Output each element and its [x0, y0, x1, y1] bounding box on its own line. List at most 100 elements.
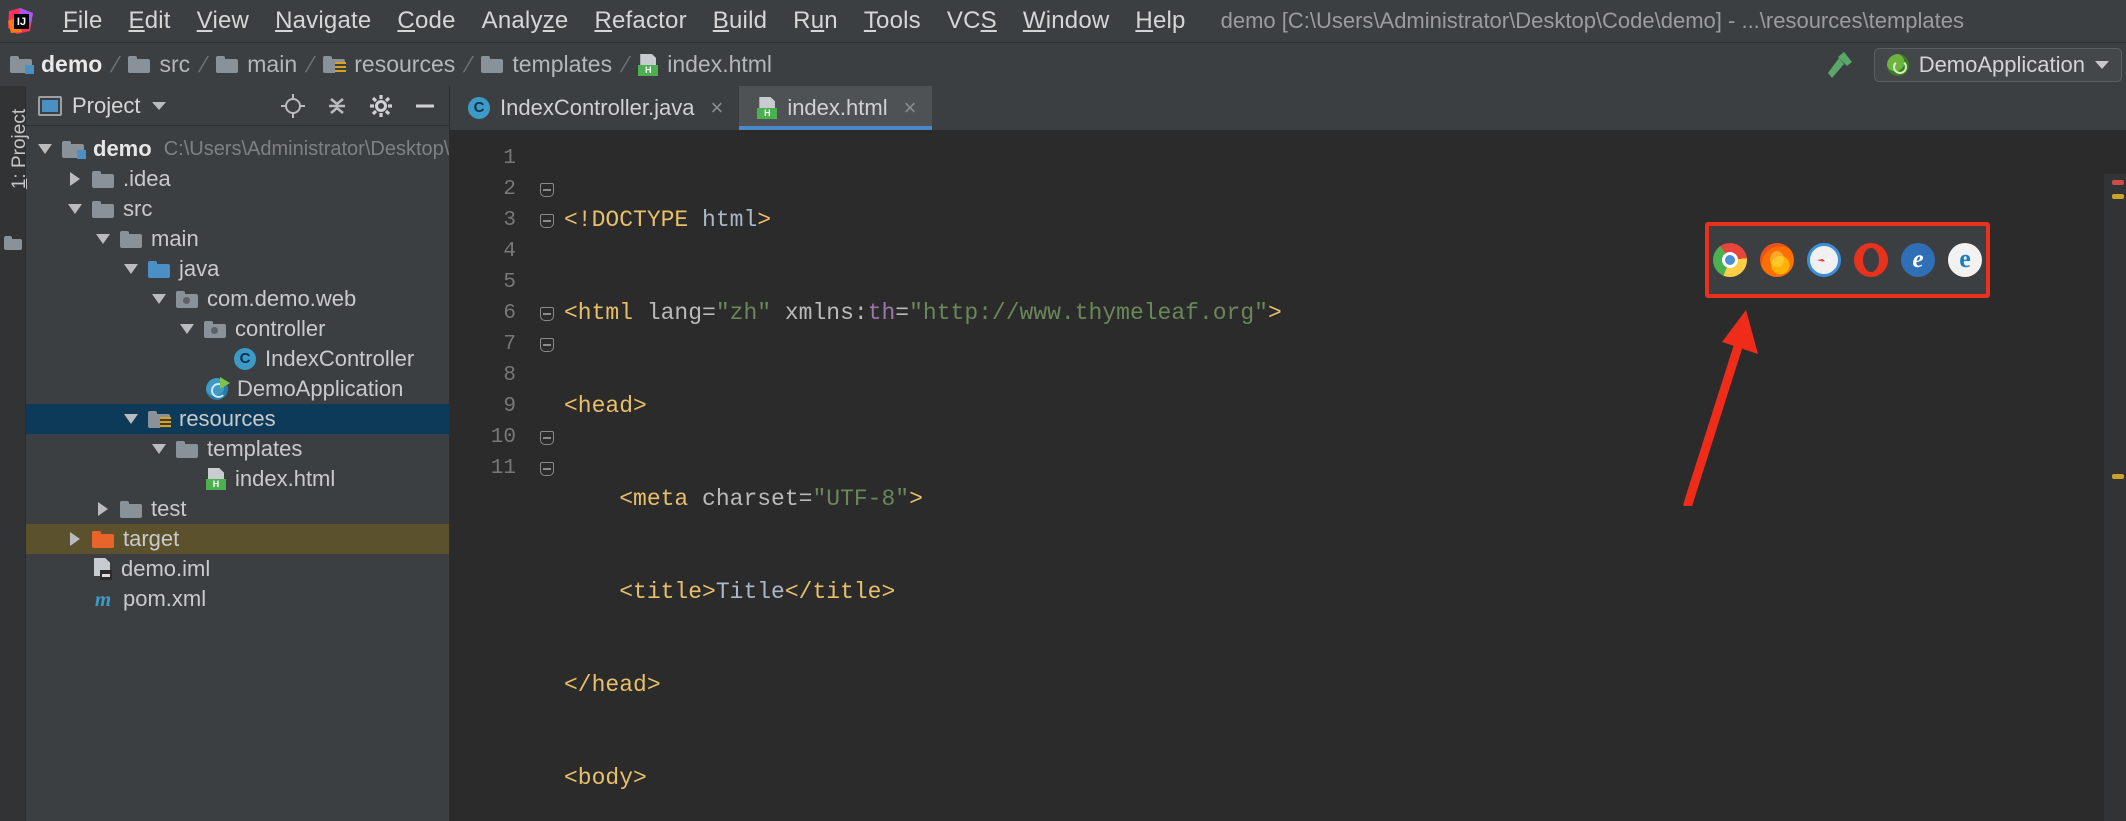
java-class-icon: C: [468, 97, 490, 119]
warning-marker[interactable]: [2112, 194, 2124, 199]
line-number: 2: [503, 178, 516, 201]
close-icon[interactable]: ×: [710, 95, 723, 121]
tree-row-demo-application[interactable]: DemoApplication: [26, 374, 449, 404]
breadcrumb-main[interactable]: main: [216, 51, 297, 78]
menu-code[interactable]: Code: [384, 7, 468, 35]
menu-help[interactable]: Help: [1122, 7, 1198, 35]
tree-item-label: java: [179, 256, 220, 281]
expand-toggle-icon[interactable]: [176, 324, 198, 334]
expand-toggle-icon[interactable]: [34, 144, 56, 154]
tree-row-main[interactable]: main: [26, 224, 449, 254]
iml-file-icon: [92, 558, 112, 580]
expand-toggle-icon[interactable]: [148, 294, 170, 304]
close-icon[interactable]: ×: [904, 95, 917, 121]
menu-vcs[interactable]: VCS: [934, 7, 1010, 35]
code-folding-gutter[interactable]: [530, 130, 564, 821]
breadcrumb-demo[interactable]: demo: [10, 51, 102, 78]
expand-toggle-icon[interactable]: [120, 264, 142, 274]
breadcrumb-src[interactable]: src: [128, 51, 190, 78]
window-title: demo [C:\Users\Administrator\Desktop\Cod…: [1220, 8, 1964, 33]
firefox-browser-icon[interactable]: [1760, 243, 1794, 277]
folder-icon: [92, 200, 114, 218]
fold-marker-icon[interactable]: [530, 453, 564, 484]
tree-row-java[interactable]: java: [26, 254, 449, 284]
tree-row-test[interactable]: test: [26, 494, 449, 524]
menu-refactor[interactable]: Refactor: [581, 7, 699, 35]
fold-marker-icon[interactable]: [530, 329, 564, 360]
error-marker[interactable]: [2112, 180, 2124, 185]
menu-edit[interactable]: Edit: [116, 7, 184, 35]
edge-legacy-icon[interactable]: e: [1901, 243, 1935, 277]
tree-row-demo-iml[interactable]: demo.iml: [26, 554, 449, 584]
breadcrumb-resources[interactable]: resources: [323, 51, 455, 78]
folder-icon[interactable]: [4, 236, 22, 250]
menu-navigate[interactable]: Navigate: [262, 7, 384, 35]
tab-index-html[interactable]: H index.html ×: [739, 86, 933, 130]
menu-analyze[interactable]: Analyze: [469, 7, 582, 35]
hide-panel-icon[interactable]: [413, 94, 437, 118]
expand-toggle-icon[interactable]: [148, 444, 170, 454]
tree-row-package-com-demo-web[interactable]: com.demo.web: [26, 284, 449, 314]
breadcrumb-label: src: [159, 51, 191, 77]
expand-toggle-icon[interactable]: [64, 172, 86, 186]
editor-marker-gutter[interactable]: [2104, 174, 2126, 821]
tree-row-demo[interactable]: demo C:\Users\Administrator\Desktop\Coc: [26, 134, 449, 164]
run-configuration-selector[interactable]: DemoApplication: [1873, 47, 2122, 82]
tree-row-package-controller[interactable]: controller: [26, 314, 449, 344]
browser-launch-popup[interactable]: e e: [1705, 222, 1990, 298]
fold-marker-icon[interactable]: [530, 422, 564, 453]
locate-target-icon[interactable]: [281, 93, 305, 118]
breadcrumb-templates[interactable]: templates: [481, 51, 612, 78]
expand-toggle-icon[interactable]: [64, 204, 86, 214]
fold-marker-icon[interactable]: [530, 298, 564, 329]
expand-toggle-icon[interactable]: [92, 234, 114, 244]
expand-toggle-icon[interactable]: [92, 502, 114, 516]
tree-item-label: test: [151, 496, 187, 521]
html-file-icon: H: [757, 97, 778, 119]
tree-row-templates[interactable]: templates: [26, 434, 449, 464]
tree-row-index-html[interactable]: H index.html: [26, 464, 449, 494]
code-line-3: <head>: [564, 393, 647, 419]
tree-row-idea[interactable]: .idea: [26, 164, 449, 194]
tree-row-src[interactable]: src: [26, 194, 449, 224]
opera-browser-icon[interactable]: [1854, 243, 1888, 277]
menu-view[interactable]: View: [184, 7, 262, 35]
gear-settings-icon[interactable]: [369, 94, 393, 118]
fold-marker-placeholder: [530, 360, 564, 391]
chevron-down-icon: [2095, 60, 2109, 69]
menu-window[interactable]: Window: [1010, 7, 1123, 35]
sidebar-item-project[interactable]: 1: Project: [9, 101, 31, 197]
project-panel-header: Project: [26, 86, 449, 126]
left-tool-rail: 1: Project: [0, 86, 30, 821]
tree-item-label: DemoApplication: [237, 376, 404, 401]
expand-toggle-icon[interactable]: [64, 532, 86, 546]
folder-icon: [176, 440, 198, 458]
warning-marker[interactable]: [2112, 474, 2124, 479]
fold-marker-icon[interactable]: [530, 174, 564, 205]
chevron-down-icon[interactable]: [152, 101, 167, 110]
expand-toggle-icon[interactable]: [120, 414, 142, 424]
menu-tools[interactable]: Tools: [851, 7, 934, 35]
menu-build[interactable]: Build: [700, 7, 780, 35]
tab-index-controller-java[interactable]: C IndexController.java ×: [450, 86, 739, 130]
excluded-folder-icon: [92, 530, 114, 548]
build-hammer-icon[interactable]: [1822, 48, 1858, 82]
edge-browser-icon[interactable]: e: [1948, 243, 1982, 277]
tree-row-target[interactable]: target: [26, 524, 449, 554]
tree-item-label: .idea: [123, 166, 171, 191]
fold-marker-icon[interactable]: [530, 205, 564, 236]
collapse-all-icon[interactable]: [325, 94, 349, 118]
menu-run[interactable]: Run: [780, 7, 851, 35]
tree-row-pom-xml[interactable]: m pom.xml: [26, 584, 449, 614]
menu-file[interactable]: File: [50, 7, 116, 35]
line-number: 1: [503, 147, 516, 170]
tree-row-resources[interactable]: resources: [26, 404, 449, 434]
line-number: 6: [503, 302, 516, 325]
chrome-browser-icon[interactable]: [1713, 243, 1747, 277]
tree-row-index-controller[interactable]: C IndexController: [26, 344, 449, 374]
resources-folder-icon: [323, 56, 347, 73]
safari-browser-icon[interactable]: [1807, 243, 1841, 277]
breadcrumb-index-html[interactable]: H index.html: [638, 51, 772, 78]
fold-marker-placeholder: [530, 391, 564, 422]
folder-icon: [216, 56, 239, 73]
